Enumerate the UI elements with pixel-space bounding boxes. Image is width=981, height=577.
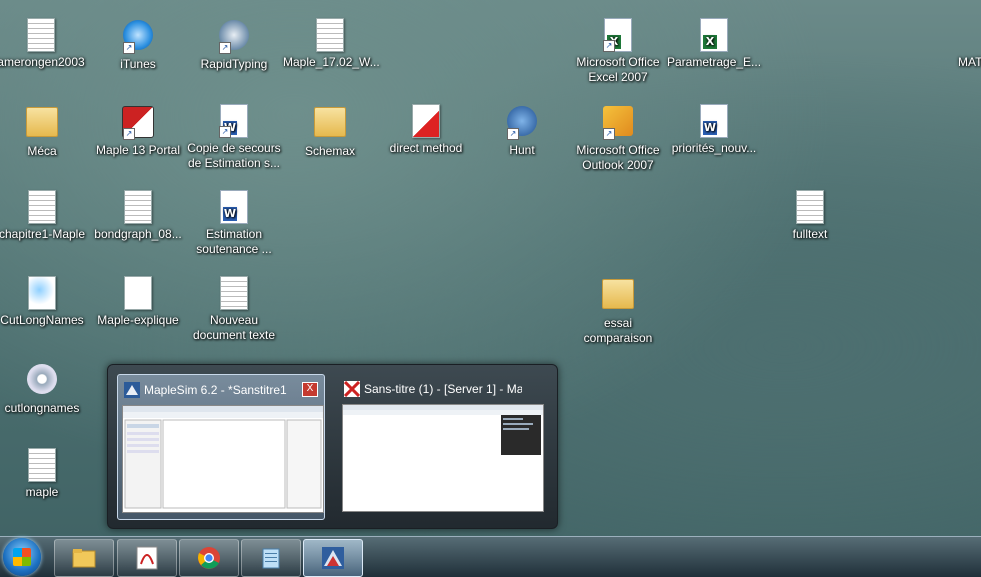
window-preview (342, 404, 544, 512)
desktop-icon-label: priorités_nouv... (671, 141, 757, 155)
desktop-icon-schemax[interactable]: Schemax (283, 104, 377, 159)
taskbar-item-chrome[interactable] (179, 539, 239, 577)
desktop-icon-label: direct method (389, 141, 463, 155)
word-doc-icon (217, 190, 251, 224)
desktop-icon-label: Maple 13 Portal (95, 143, 181, 157)
start-button[interactable] (3, 538, 41, 576)
taskbar (0, 536, 981, 577)
excel-file-icon (697, 18, 731, 52)
desktop-icon-cutlongnames-app[interactable]: CutLongNames (0, 276, 89, 328)
desktop-icon-label: MAT (958, 55, 981, 69)
maplesim-icon (124, 382, 140, 398)
desktop-icon-parametrage[interactable]: Parametrage_E... (667, 18, 761, 70)
taskbar-item-notepad[interactable] (241, 539, 301, 577)
gear-file-icon (25, 364, 59, 398)
desktop-icon-chapitre1[interactable]: chapitre1-Maple (0, 190, 89, 242)
folder-icon (72, 546, 96, 570)
desktop-icon-maple13-portal[interactable]: ↗ Maple 13 Portal (91, 104, 185, 158)
window-preview (122, 405, 324, 513)
chrome-icon (197, 546, 221, 570)
text-file-icon (217, 276, 251, 310)
desktop-icon-copie-de-secours[interactable]: ↗ Copie de secours de Estimation s... (187, 104, 281, 171)
notepad-icon (259, 546, 283, 570)
maple-portal-icon: ↗ (121, 106, 155, 140)
desktop-icon-maple-explique[interactable]: Maple-explique (91, 276, 185, 328)
maple17-icon (343, 380, 361, 398)
desktop-icon-label: CutLongNames (0, 313, 84, 327)
folder-icon (601, 279, 635, 313)
document-icon (121, 190, 155, 224)
taskbar-item-explorer[interactable] (54, 539, 114, 577)
document-icon (25, 448, 59, 482)
desktop-icon-meca[interactable]: Méca (0, 104, 89, 159)
pdf-icon (135, 546, 159, 570)
itunes-icon: ↗ (121, 20, 155, 54)
rapidtyping-icon: ↗ (217, 20, 251, 54)
word-doc-icon (697, 104, 731, 138)
thumbnail-maplesim[interactable]: MapleSim 6.2 - *Sanstitre1 X (117, 374, 325, 520)
desktop-icon-label: Microsoft Office Outlook 2007 (576, 143, 660, 172)
taskbar-item-acrobat[interactable] (117, 539, 177, 577)
outlook-icon: ↗ (601, 106, 635, 140)
desktop-icon-label: iTunes (120, 57, 156, 71)
maplesim-icon (321, 546, 345, 570)
desktop-icon-itunes[interactable]: ↗ iTunes (91, 18, 185, 72)
desktop-icon-label: Méca (27, 144, 57, 158)
desktop-icon-label: RapidTyping (200, 57, 268, 71)
document-icon (121, 276, 155, 310)
desktop-icon-fulltext[interactable]: fulltext (763, 190, 857, 242)
desktop-icon-direct-method[interactable]: direct method (379, 104, 473, 156)
desktop-icon-label: Copie de secours de Estimation s... (187, 141, 281, 170)
taskbar-thumbnail-popup: MapleSim 6.2 - *Sanstitre1 X Sans-titre … (107, 364, 558, 529)
desktop-icon-label: Microsoft Office Excel 2007 (576, 55, 660, 84)
desktop-icon-label: Parametrage_E... (667, 55, 762, 69)
desktop-icon-label: cutlongnames (4, 401, 80, 415)
document-icon (25, 190, 59, 224)
desktop-icon-hunt[interactable]: ↗ Hunt (475, 104, 569, 158)
close-button[interactable]: X (302, 382, 318, 397)
folder-icon (25, 107, 59, 141)
hunt-icon: ↗ (505, 106, 539, 140)
taskbar-item-maplesim[interactable] (303, 539, 363, 577)
desktop-icon-label: essai comparaison (583, 316, 653, 345)
desktop-icon-label: fulltext (792, 227, 828, 241)
desktop-icon-label: Maple_17.02_W... (283, 55, 380, 69)
text-file-icon (313, 18, 347, 52)
desktop-icon-rapidtyping[interactable]: ↗ RapidTyping (187, 18, 281, 72)
desktop-icon-nouveau-document[interactable]: Nouveau document texte (187, 276, 281, 343)
desktop-icon-cutlongnames[interactable]: cutlongnames (0, 362, 89, 416)
document-icon (24, 18, 58, 52)
thumbnail-title: Sans-titre (1) - [Server 1] - Mapl... (364, 382, 522, 396)
desktop-icon-label: Maple-explique (97, 313, 179, 327)
desktop-icon-maple[interactable]: maple (0, 448, 89, 500)
windows-logo-icon (13, 548, 31, 566)
desktop-icon-label: bondgraph_08... (94, 227, 182, 241)
desktop-icon-excel[interactable]: ↗ Microsoft Office Excel 2007 (571, 18, 665, 85)
maple-worksheet-icon (409, 104, 443, 138)
document-icon (793, 190, 827, 224)
desktop-icon-label: amerongen2003 (0, 55, 85, 69)
thumbnail-title: MapleSim 6.2 - *Sanstitre1 (144, 383, 287, 397)
desktop-icon-priorites[interactable]: priorités_nouv... (667, 104, 761, 156)
cutlongnames-icon (25, 276, 59, 310)
word-doc-icon: ↗ (217, 104, 251, 138)
desktop-icon-label: Schemax (304, 144, 356, 158)
desktop-icon-maple-17[interactable]: Maple_17.02_W... (283, 18, 380, 70)
desktop-icon-amerongen2003[interactable]: amerongen2003 (0, 18, 88, 70)
desktop-icon-label: chapitre1-Maple (0, 227, 86, 241)
desktop-icon-mat[interactable]: MAT (940, 18, 981, 70)
desktop-icon-bondgraph[interactable]: bondgraph_08... (91, 190, 185, 242)
excel-icon: ↗ (601, 18, 635, 52)
desktop-icon-estimation-soutenance[interactable]: Estimation soutenance ... (187, 190, 281, 257)
desktop-icon-label: maple (25, 485, 59, 499)
thumbnail-maple17[interactable]: Sans-titre (1) - [Server 1] - Mapl... (338, 374, 544, 518)
desktop-icon-essai-comparaison[interactable]: essai comparaison (571, 276, 665, 346)
desktop-icon-label: Hunt (509, 143, 535, 157)
desktop-icon-label: Nouveau document texte (192, 313, 276, 342)
folder-icon (313, 107, 347, 141)
desktop-icon-label: Estimation soutenance ... (196, 227, 272, 256)
desktop-icon-outlook[interactable]: ↗ Microsoft Office Outlook 2007 (571, 104, 665, 173)
